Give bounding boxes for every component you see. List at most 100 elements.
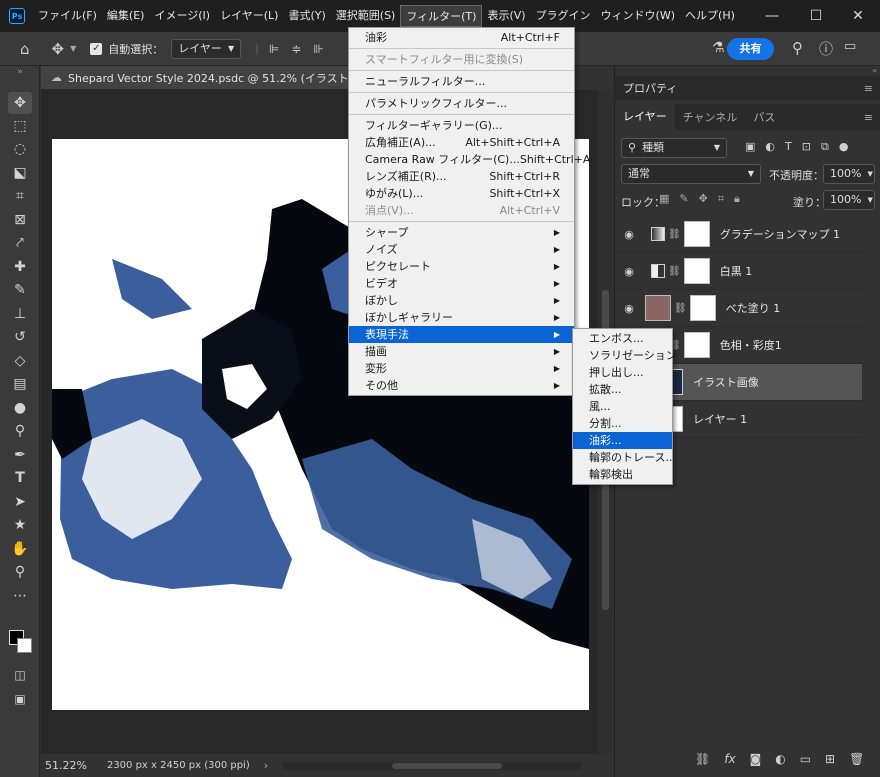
type-filter-icon[interactable]: T [785, 140, 792, 154]
lock-position-icon[interactable]: ✥ [699, 192, 708, 206]
scroll-thumb[interactable] [392, 762, 503, 769]
link-icon[interactable]: ⛓ [668, 266, 681, 277]
auto-select-checkbox[interactable]: ✓ [90, 42, 103, 55]
layer-mask-thumbnail[interactable] [683, 332, 710, 358]
artboard-lock-icon[interactable]: ⌗ [718, 192, 724, 206]
workspace-icon[interactable]: ▭ [844, 39, 856, 54]
menu-item-video[interactable]: ビデオ ▶ [349, 275, 574, 292]
submenu-item-wind[interactable]: 風... [573, 398, 672, 415]
lock-pixels-icon[interactable]: ✎ [679, 192, 688, 206]
status-chevron-icon[interactable]: › [264, 759, 268, 772]
visibility-eye-icon[interactable]: ◉ [615, 228, 643, 241]
quick-mask-icon[interactable]: ◫ [8, 664, 32, 686]
layer-filter-dropdown[interactable]: ⚲ 種類 ▼ [621, 138, 727, 158]
chevron-down-icon[interactable]: ▼ [70, 44, 76, 53]
lasso-tool-icon[interactable]: ◌ [8, 138, 32, 160]
menu-filter[interactable]: フィルター(T) [400, 5, 483, 27]
tab-layers[interactable]: レイヤー [615, 104, 675, 130]
menu-item-sharpen[interactable]: シャープ ▶ [349, 224, 574, 241]
menu-item-blur-gallery[interactable]: ぼかしギャラリー ▶ [349, 309, 574, 326]
menu-help[interactable]: ヘルプ(H) [680, 5, 740, 27]
document-tab[interactable]: ☁ Shepard Vector Style 2024.psdc @ 51.2%… [41, 66, 350, 90]
pixel-filter-icon[interactable]: ▣ [745, 140, 755, 154]
submenu-item-find-edges[interactable]: 輪郭検出 [573, 466, 672, 483]
menu-view[interactable]: 表示(V) [482, 5, 530, 27]
layer-mask-thumbnail[interactable] [683, 221, 710, 247]
menu-item-noise[interactable]: ノイズ ▶ [349, 241, 574, 258]
fill-color-thumbnail[interactable] [645, 295, 671, 321]
blur-tool-icon[interactable]: ● [8, 397, 32, 419]
opacity-field[interactable]: 100% ▼ [823, 164, 875, 184]
tab-channels[interactable]: チャンネル [675, 109, 746, 125]
fill-field[interactable]: 100% ▼ [823, 190, 875, 210]
link-layers-icon[interactable]: ⛓ [695, 752, 710, 766]
horizontal-scrollbar[interactable] [282, 761, 583, 770]
auto-select-target-dropdown[interactable]: レイヤー ▼ [171, 38, 242, 59]
more-tools-icon[interactable]: ⋯ [8, 585, 32, 607]
collapse-icon[interactable]: « [615, 66, 880, 76]
home-icon[interactable]: ⌂ [20, 40, 30, 58]
layer-mask-thumbnail[interactable] [689, 295, 716, 321]
submenu-item-trace-contour[interactable]: 輪郭のトレース... [573, 449, 676, 466]
layer-name[interactable]: レイヤー 1 [693, 411, 747, 427]
fx-icon[interactable]: fx [724, 752, 735, 766]
layer-row[interactable]: ◉ ⛓ 白黒 1 [615, 253, 862, 290]
submenu-item-extrude[interactable]: 押し出し... [573, 364, 672, 381]
align-left-icon[interactable]: ⊫ [269, 42, 279, 56]
menu-item-liquify[interactable]: ゆがみ(L)... Shift+Ctrl+X [349, 185, 574, 202]
pen-tool-icon[interactable]: ✒ [8, 444, 32, 466]
layer-name[interactable]: べた塗り 1 [726, 300, 781, 316]
submenu-item-emboss[interactable]: エンボス... [573, 330, 672, 347]
menu-item-camera-raw[interactable]: Camera Raw フィルター(C)... Shift+Ctrl+A [349, 151, 590, 168]
path-select-tool-icon[interactable]: ➤ [8, 491, 32, 513]
layer-name[interactable]: 白黒 1 [720, 263, 753, 279]
layer-name[interactable]: グラデーションマップ 1 [720, 226, 840, 242]
stamp-tool-icon[interactable]: ⊥ [8, 303, 32, 325]
menu-select[interactable]: 選択範囲(S) [331, 5, 401, 27]
screen-mode-icon[interactable]: ▣ [8, 688, 32, 710]
lock-all-icon[interactable]: 🔒︎ [734, 192, 740, 206]
search-icon[interactable]: ⚲ [792, 39, 803, 57]
layer-row[interactable]: ◉ ⛓ グラデーションマップ 1 [615, 216, 862, 253]
collapse-icon[interactable]: » [8, 66, 32, 78]
crop-tool-icon[interactable]: ⌗ [8, 185, 32, 207]
layer-name[interactable]: イラスト画像 [693, 374, 759, 390]
link-icon[interactable]: ⛓ [668, 229, 681, 240]
close-button[interactable]: ✕ [838, 0, 878, 32]
menu-file[interactable]: ファイル(F) [33, 5, 102, 27]
move-tool-icon[interactable]: ✥ [52, 40, 65, 58]
submenu-item-diffuse[interactable]: 拡散... [573, 381, 672, 398]
filter-toggle-icon[interactable]: ● [839, 140, 849, 154]
menu-window[interactable]: ウィンドウ(W) [596, 5, 680, 27]
healing-brush-tool-icon[interactable]: ✚ [8, 256, 32, 278]
eyedropper-tool-icon[interactable]: ⤤ [8, 232, 32, 254]
eraser-tool-icon[interactable]: ◇ [8, 350, 32, 372]
new-adjustment-icon[interactable]: ◐ [775, 752, 785, 766]
submenu-item-oil-paint[interactable]: 油彩... [573, 432, 672, 449]
menu-edit[interactable]: 編集(E) [102, 5, 150, 27]
hand-tool-icon[interactable]: ✋ [8, 538, 32, 560]
new-layer-icon[interactable]: ⊞ [825, 752, 835, 766]
marquee-tool-icon[interactable]: ⬚ [8, 115, 32, 137]
adjustment-filter-icon[interactable]: ◐ [765, 140, 775, 154]
menu-item-blur[interactable]: ぼかし ▶ [349, 292, 574, 309]
menu-item-pixelate[interactable]: ピクセレート ▶ [349, 258, 574, 275]
delete-icon[interactable]: 🗑︎ [849, 752, 864, 766]
menu-item-lens-correction[interactable]: レンズ補正(R)... Shift+Ctrl+R [349, 168, 574, 185]
help-icon[interactable]: ⓘ [819, 39, 833, 59]
menu-item-parametric-filters[interactable]: パラメトリックフィルター... [349, 95, 574, 112]
align-right-icon[interactable]: ⊪ [313, 42, 323, 56]
tab-properties[interactable]: プロパティ [623, 80, 677, 96]
menu-item-oil-paint[interactable]: 油彩 Alt+Ctrl+F [349, 29, 574, 46]
menu-image[interactable]: イメージ(I) [149, 5, 215, 27]
blend-mode-dropdown[interactable]: 通常 ▼ [621, 164, 761, 184]
link-icon[interactable]: ⛓ [674, 303, 687, 314]
add-mask-icon[interactable]: ◙ [750, 752, 762, 766]
move-tool-icon[interactable]: ✥ [8, 92, 32, 114]
maximize-button[interactable]: ☐ [796, 0, 836, 32]
menu-item-adaptive-wide-angle[interactable]: 広角補正(A)... Alt+Shift+Ctrl+A [349, 134, 574, 151]
menu-item-render[interactable]: 描画 ▶ [349, 343, 574, 360]
visibility-eye-icon[interactable]: ◉ [615, 302, 643, 315]
smart-object-filter-icon[interactable]: ⧉ [821, 140, 829, 154]
menu-type[interactable]: 書式(Y) [283, 5, 330, 27]
